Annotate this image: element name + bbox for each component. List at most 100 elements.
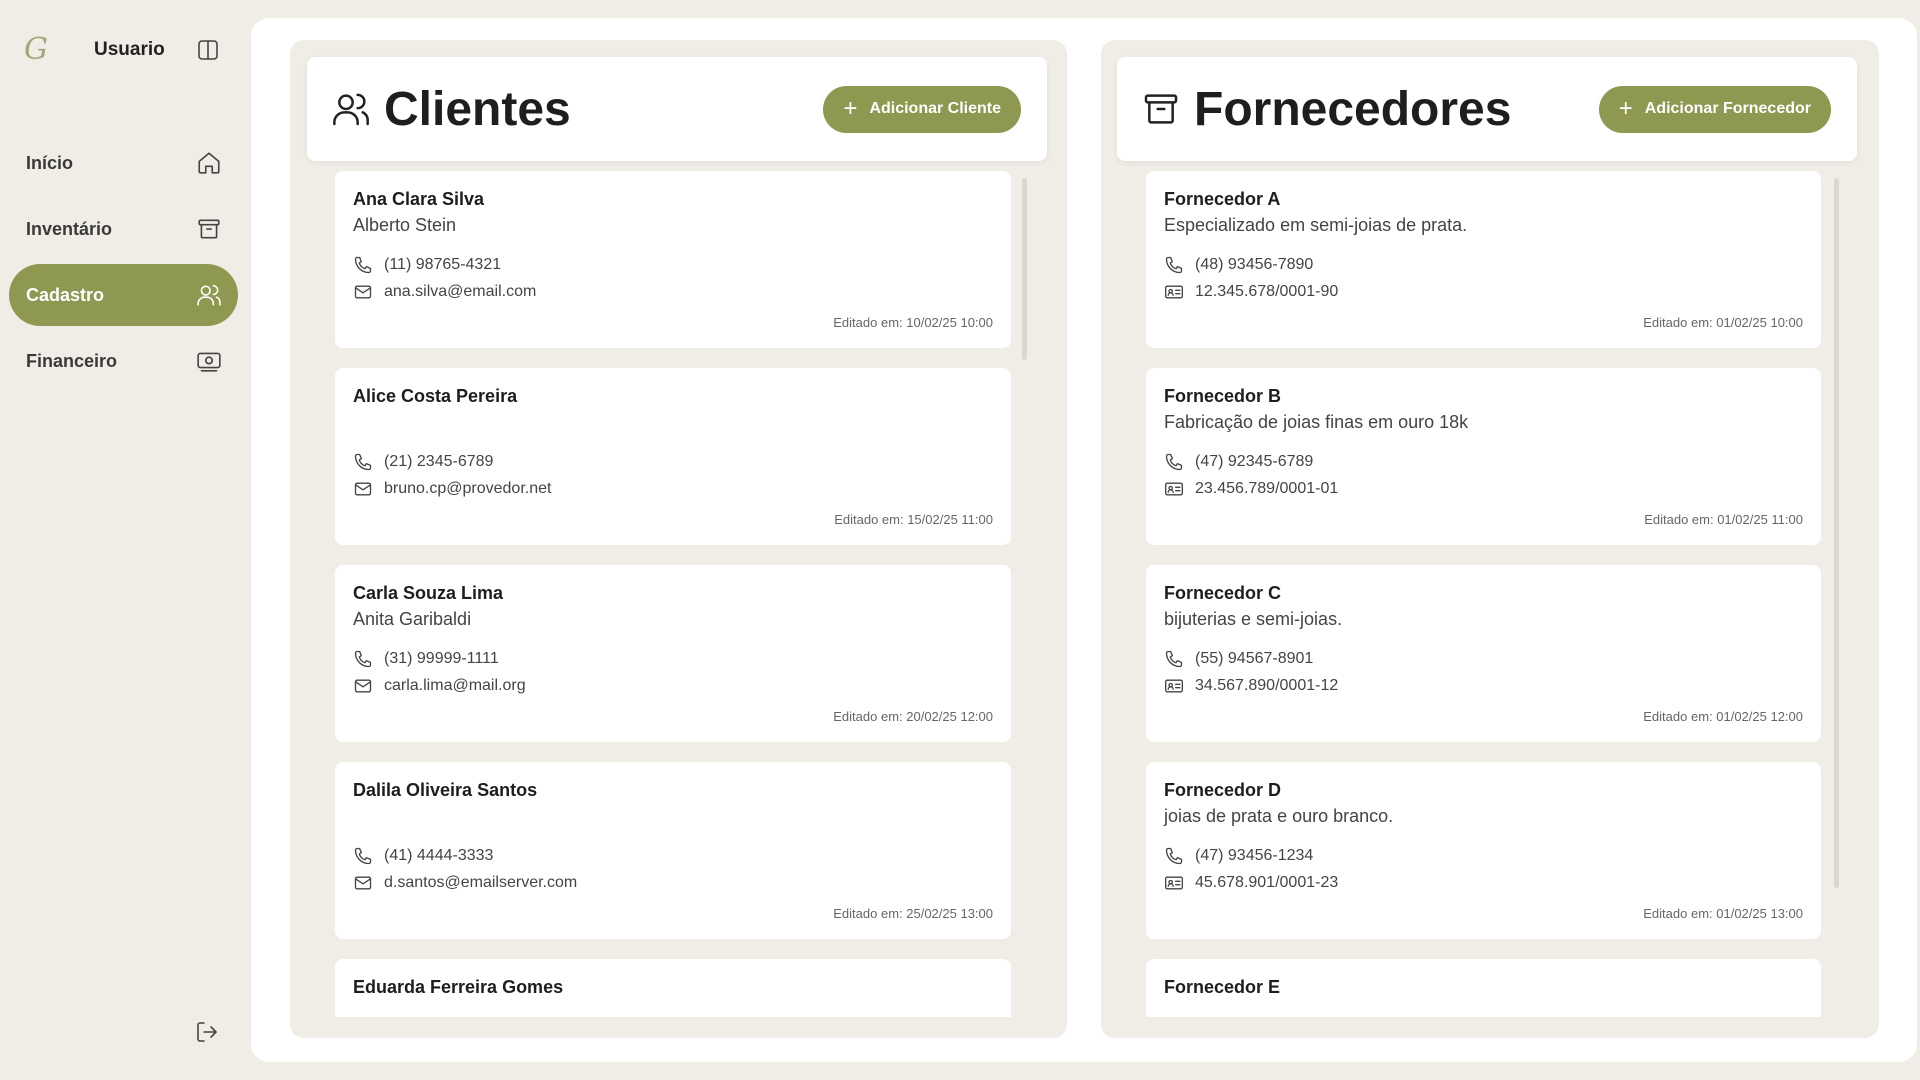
fornecedor-card[interactable]: Fornecedor C bijuterias e semi-joias. (5… xyxy=(1146,565,1821,742)
cliente-email: d.santos@emailserver.com xyxy=(384,873,578,891)
cliente-name: Carla Souza Lima xyxy=(353,583,504,603)
cliente-contact xyxy=(353,412,993,438)
sidebar-nav: Início Inventário Cadastro Financeiro xyxy=(9,132,238,396)
phone-icon xyxy=(1165,256,1183,273)
username: Usuario xyxy=(94,39,165,60)
sidebar-header: G Usuario xyxy=(24,30,224,70)
brand-logo: G xyxy=(24,32,48,67)
fornecedor-phone: (47) 92345-6789 xyxy=(1195,452,1314,470)
phone-icon xyxy=(354,847,372,864)
fornecedor-cnpj: 34.567.890/0001-12 xyxy=(1195,676,1339,694)
sidebar-toggle-icon xyxy=(198,40,218,60)
phone-icon xyxy=(1165,453,1183,470)
cliente-name: Ana Clara Silva xyxy=(353,189,485,209)
money-icon xyxy=(197,352,221,372)
fornecedor-card[interactable]: Fornecedor E xyxy=(1146,959,1821,1017)
page-title: Fornecedores xyxy=(1194,82,1512,136)
fornecedor-phone: (55) 94567-8901 xyxy=(1195,649,1314,667)
clientes-panel: Clientes + Adicionar Cliente Ana Clara S… xyxy=(290,40,1067,1038)
sidebar-item-cadastro[interactable]: Cadastro xyxy=(9,264,238,326)
fornecedor-cnpj: 45.678.901/0001-23 xyxy=(1195,873,1339,891)
clientes-scrollbar[interactable] xyxy=(1022,178,1028,1024)
archive-icon xyxy=(1144,94,1178,124)
cliente-contact xyxy=(353,806,993,832)
cliente-phone-row: (41) 4444-3333 xyxy=(353,842,993,869)
mail-icon xyxy=(354,679,372,692)
id-card-icon xyxy=(1165,285,1183,298)
fornecedor-cnpj-row: 45.678.901/0001-23 xyxy=(1164,869,1803,896)
cliente-email: carla.lima@mail.org xyxy=(384,676,526,694)
plus-icon: + xyxy=(1618,95,1633,122)
users-icon xyxy=(197,284,221,306)
clientes-header: Clientes + Adicionar Cliente xyxy=(307,57,1047,161)
scrollbar-thumb[interactable] xyxy=(1834,178,1839,888)
fornecedor-card[interactable]: Fornecedor D joias de prata e ouro branc… xyxy=(1146,762,1821,939)
phone-icon xyxy=(1165,650,1183,667)
cliente-edited: Editado em: 25/02/25 13:00 xyxy=(833,906,993,921)
cliente-contact: Anita Garibaldi xyxy=(353,609,472,629)
fornecedor-phone: (47) 93456-1234 xyxy=(1195,846,1314,864)
fornecedor-edited: Editado em: 01/02/25 11:00 xyxy=(1644,512,1803,527)
cliente-phone: (21) 2345-6789 xyxy=(384,452,494,470)
fornecedor-cnpj-row: 34.567.890/0001-12 xyxy=(1164,672,1803,699)
fornecedores-header: Fornecedores + Adicionar Fornecedor xyxy=(1117,57,1857,161)
fornecedor-name: Fornecedor C xyxy=(1164,583,1282,603)
mail-icon xyxy=(354,482,372,495)
fornecedor-phone-row: (48) 93456-7890 xyxy=(1164,251,1803,278)
phone-icon xyxy=(354,256,372,273)
phone-icon xyxy=(354,453,372,470)
plus-icon: + xyxy=(843,95,858,122)
cliente-card[interactable]: Carla Souza Lima Anita Garibaldi (31) 99… xyxy=(335,565,1011,742)
page-title: Clientes xyxy=(384,82,571,136)
add-cliente-label: Adicionar Cliente xyxy=(869,100,1001,117)
cliente-card[interactable]: Ana Clara Silva Alberto Stein (11) 98765… xyxy=(335,171,1011,348)
clientes-list: Ana Clara Silva Alberto Stein (11) 98765… xyxy=(335,171,1011,1017)
sidebar-item-financeiro[interactable]: Financeiro xyxy=(9,330,238,392)
fornecedor-phone-row: (55) 94567-8901 xyxy=(1164,645,1803,672)
cliente-email-row: d.santos@emailserver.com xyxy=(353,869,993,896)
phone-icon xyxy=(1165,847,1183,864)
add-fornecedor-button[interactable]: + Adicionar Fornecedor xyxy=(1598,85,1831,133)
sidebar-item-label: Financeiro xyxy=(26,350,118,371)
cliente-email-row: carla.lima@mail.org xyxy=(353,672,993,699)
fornecedor-phone: (48) 93456-7890 xyxy=(1195,255,1314,273)
cliente-name: Alice Costa Pereira xyxy=(353,386,518,406)
users-icon xyxy=(333,93,369,126)
fornecedor-phone-row: (47) 93456-1234 xyxy=(1164,842,1803,869)
archive-icon xyxy=(198,219,220,239)
sidebar-item-inicio[interactable]: Início xyxy=(9,132,238,194)
sidebar-toggle-button[interactable] xyxy=(194,36,222,64)
scrollbar-thumb[interactable] xyxy=(1022,178,1027,360)
fornecedor-card[interactable]: Fornecedor A Especializado em semi-joias… xyxy=(1146,171,1821,348)
cliente-card[interactable]: Dalila Oliveira Santos (41) 4444-3333 d.… xyxy=(335,762,1011,939)
fornecedor-name: Fornecedor E xyxy=(1164,977,1281,997)
fornecedores-scrollbar[interactable] xyxy=(1834,178,1840,1024)
id-card-icon xyxy=(1165,876,1183,889)
sidebar-item-label: Inventário xyxy=(26,218,113,239)
cliente-email-row: bruno.cp@provedor.net xyxy=(353,475,993,502)
cliente-edited: Editado em: 20/02/25 12:00 xyxy=(833,709,993,724)
sidebar-item-label: Cadastro xyxy=(26,284,105,305)
cliente-phone-row: (11) 98765-4321 xyxy=(353,251,993,278)
add-cliente-button[interactable]: + Adicionar Cliente xyxy=(823,85,1021,133)
cliente-contact: Alberto Stein xyxy=(353,215,457,235)
fornecedor-cnpj-row: 12.345.678/0001-90 xyxy=(1164,278,1803,305)
fornecedor-edited: Editado em: 01/02/25 13:00 xyxy=(1643,906,1803,921)
cliente-card[interactable]: Alice Costa Pereira (21) 2345-6789 bruno… xyxy=(335,368,1011,545)
cliente-phone: (31) 99999-1111 xyxy=(384,649,499,667)
fornecedor-description: bijuterias e semi-joias. xyxy=(1164,609,1343,629)
cliente-edited: Editado em: 10/02/25 10:00 xyxy=(833,315,993,330)
sidebar: G Usuario Início Inventário Cadastro Fin… xyxy=(0,0,248,1080)
fornecedor-description: Especializado em semi-joias de prata. xyxy=(1164,215,1468,235)
cliente-edited: Editado em: 15/02/25 11:00 xyxy=(834,512,993,527)
main-content: Clientes + Adicionar Cliente Ana Clara S… xyxy=(251,18,1917,1062)
fornecedor-card[interactable]: Fornecedor B Fabricação de joias finas e… xyxy=(1146,368,1821,545)
logout-button[interactable] xyxy=(193,1018,221,1046)
cliente-name: Dalila Oliveira Santos xyxy=(353,780,538,800)
fornecedor-name: Fornecedor B xyxy=(1164,386,1282,406)
fornecedor-cnpj: 23.456.789/0001-01 xyxy=(1195,479,1339,497)
fornecedor-description: joias de prata e ouro branco. xyxy=(1164,806,1394,826)
home-icon xyxy=(198,152,220,174)
cliente-card[interactable]: Eduarda Ferreira Gomes xyxy=(335,959,1011,1017)
sidebar-item-inventario[interactable]: Inventário xyxy=(9,198,238,260)
